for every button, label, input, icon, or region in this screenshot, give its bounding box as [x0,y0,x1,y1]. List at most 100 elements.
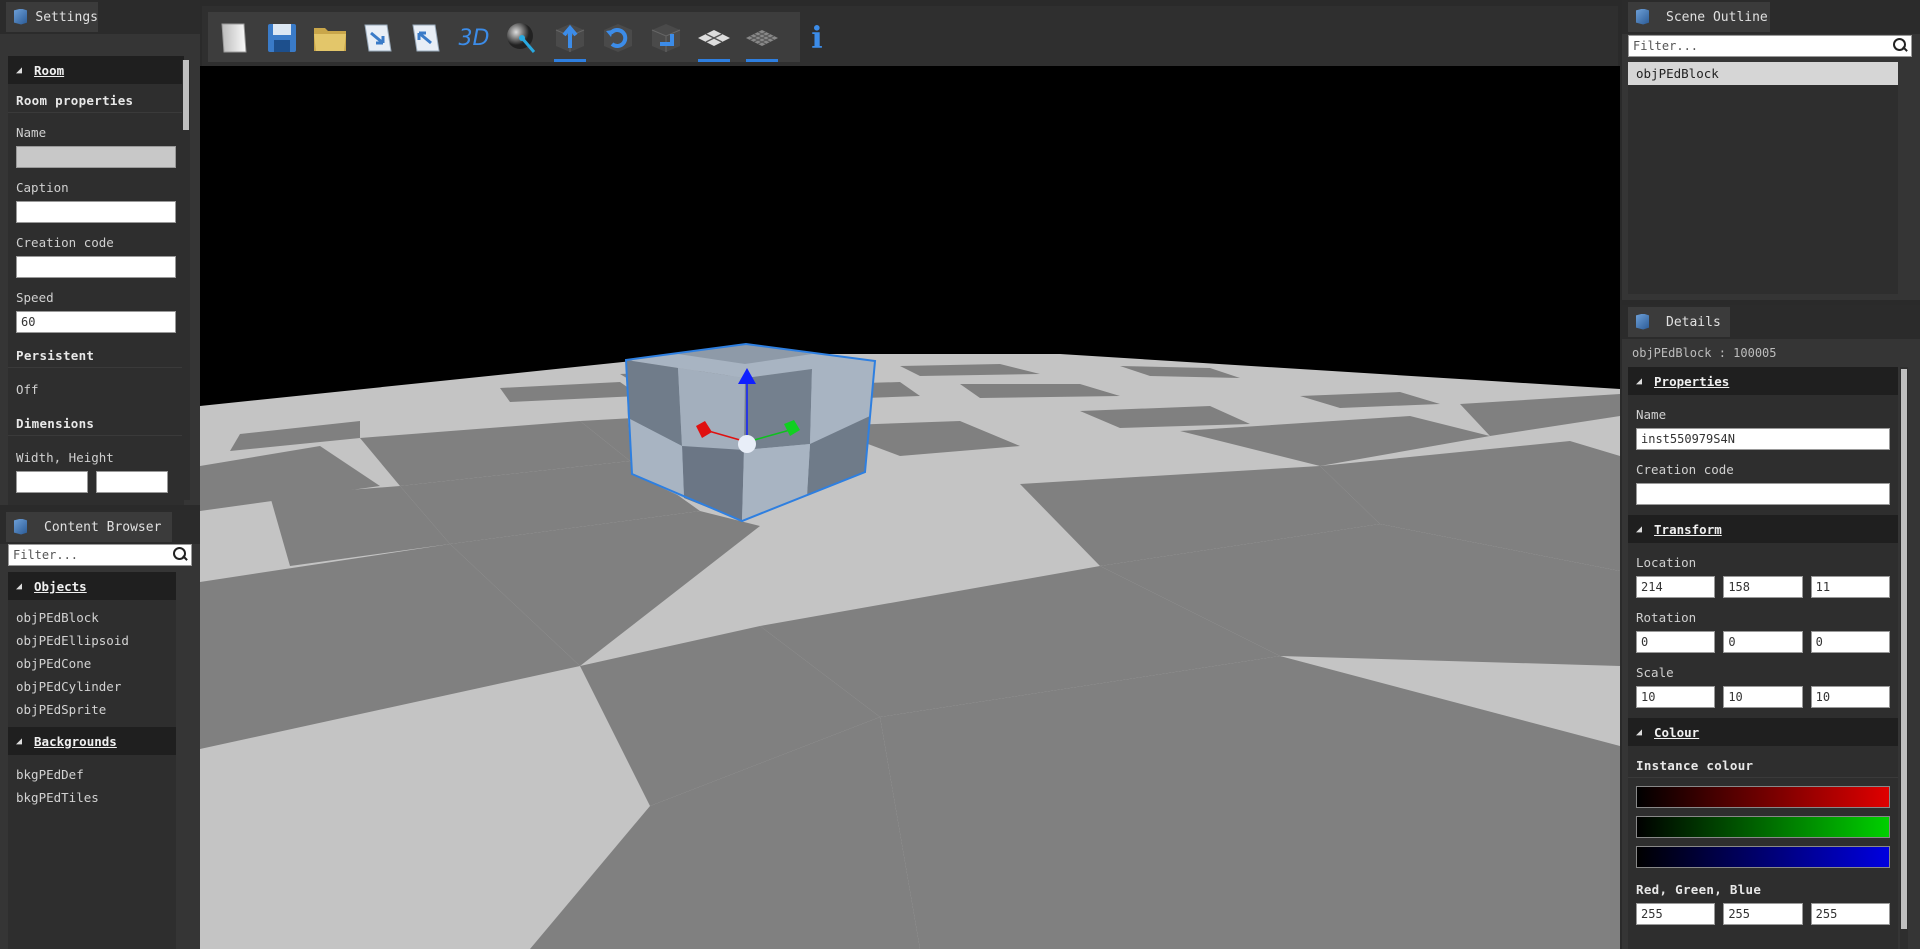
rotation-y-field[interactable]: 0 [1723,631,1803,653]
dimensions-heading: Dimensions [8,407,184,436]
rgb-fields: 255 255 255 [1636,903,1890,925]
tab-scene-outline-label: Scene Outline [1666,9,1768,25]
instance-name-field[interactable]: inst550979S4N [1636,428,1890,450]
3d-view-button[interactable]: 3D [454,18,494,58]
collapse-triangle-icon: ◢ [1636,375,1643,387]
collapse-triangle-icon: ◢ [1636,523,1643,535]
persistent-value[interactable]: Off [8,368,184,401]
scene-canvas[interactable] [200,66,1620,949]
3d-label: 3D [458,25,490,51]
tab-details-label: Details [1666,314,1721,330]
scene-viewport[interactable] [200,66,1620,949]
scale-x-field[interactable]: 10 [1636,686,1716,708]
blue-slider[interactable] [1636,846,1890,868]
persistent-heading: Persistent [8,339,184,368]
list-item[interactable]: bkgPEdTiles [8,786,176,809]
scale-label: Scale [1636,665,1674,680]
red-slider[interactable] [1636,786,1890,808]
collapse-triangle-icon: ◢ [16,64,23,76]
rotation-x-field[interactable]: 0 [1636,631,1716,653]
export-icon [364,24,392,52]
settings-scrollbar[interactable] [182,60,190,500]
content-filter-input[interactable]: Filter... [8,544,192,566]
scale-tool-button[interactable] [646,18,686,58]
scene-outline-item[interactable]: objPEdBlock [1628,62,1898,85]
list-item[interactable]: bkgPEdDef [8,763,176,786]
search-icon[interactable] [1893,38,1907,52]
list-item[interactable]: objPEdSprite [8,698,176,721]
speed-field[interactable]: 60 [16,311,176,333]
list-item[interactable]: objPEdEllipsoid [8,629,176,652]
details-tabbar: Details [1622,305,1920,339]
tab-scene-outline[interactable]: Scene Outline [1628,2,1770,32]
move-tool-button[interactable] [550,18,590,62]
tab-details[interactable]: Details [1628,307,1730,337]
save-button[interactable] [262,18,302,58]
section-properties-label: Properties [1654,373,1730,389]
panel-icon [14,519,28,536]
rotate-tool-button[interactable] [598,18,638,58]
location-y-field[interactable]: 158 [1723,576,1803,598]
section-colour-label: Colour [1654,724,1700,740]
creation-code-label: Creation code [1636,462,1734,477]
backgrounds-list: bkgPEdDef bkgPEdTiles [8,755,176,809]
location-fields: 214 158 11 [1636,576,1890,598]
room-name-field[interactable] [16,146,176,168]
search-icon[interactable] [173,547,187,561]
export-button[interactable] [358,18,398,58]
objects-list: objPEdBlock objPEdEllipsoid objPEdCone o… [8,600,176,721]
section-objects[interactable]: ◢ Objects [8,572,176,600]
panel-icon [14,9,19,26]
new-room-button[interactable] [214,18,254,58]
tab-settings[interactable]: Settings [6,2,98,32]
height-field[interactable] [96,471,168,493]
creation-code-label: Creation code [16,235,114,250]
section-backgrounds-label: Backgrounds [34,733,117,749]
section-backgrounds[interactable]: ◢ Backgrounds [8,727,176,755]
section-room[interactable]: ◢ Room [8,56,184,84]
section-transform-label: Transform [1654,521,1722,537]
scale-z-field[interactable]: 10 [1810,686,1890,708]
gizmo-center-handle[interactable] [738,435,756,453]
info-button[interactable]: i [802,18,832,58]
folder-icon [314,28,346,51]
settings-scroll-thumb[interactable] [183,60,189,130]
location-label: Location [1636,555,1697,570]
section-transform[interactable]: ◢ Transform [1628,515,1898,543]
location-x-field[interactable]: 214 [1636,576,1716,598]
blue-field[interactable]: 255 [1810,903,1890,925]
instance-creation-code-field[interactable] [1636,483,1890,505]
grid-icon [698,30,730,46]
location-z-field[interactable]: 11 [1810,576,1890,598]
list-item[interactable]: objPEdBlock [8,606,176,629]
red-field[interactable]: 255 [1636,903,1716,925]
width-height-fields [16,471,176,493]
speed-label: Speed [16,290,54,305]
list-item[interactable]: objPEdCone [8,652,176,675]
details-scrollbar[interactable] [1900,367,1908,949]
green-field[interactable]: 255 [1723,903,1803,925]
instance-header: objPEdBlock : 100005 [1632,346,1777,360]
creation-code-field[interactable] [16,256,176,278]
import-button[interactable] [406,18,446,58]
rotation-z-field[interactable]: 0 [1810,631,1890,653]
section-properties[interactable]: ◢ Properties [1628,367,1898,395]
open-button[interactable] [310,18,350,58]
scene-outline-body: objPEdBlock [1628,62,1898,294]
scale-y-field[interactable]: 10 [1723,686,1803,708]
list-item[interactable]: objPEdCylinder [8,675,176,698]
grid-button[interactable] [694,18,734,62]
floppy-icon [268,24,296,52]
grid-fine-button[interactable] [742,18,782,62]
tab-content-browser[interactable]: Content Browser [6,512,172,542]
tab-content-browser-label: Content Browser [44,519,162,535]
panel-icon [1636,314,1650,331]
details-scroll-thumb[interactable] [1901,369,1907,929]
panel-icon [1636,9,1650,26]
section-colour[interactable]: ◢ Colour [1628,718,1898,746]
scene-filter-input[interactable]: Filter... [1628,35,1912,57]
width-field[interactable] [16,471,88,493]
green-slider[interactable] [1636,816,1890,838]
material-button[interactable] [502,18,542,58]
caption-field[interactable] [16,201,176,223]
